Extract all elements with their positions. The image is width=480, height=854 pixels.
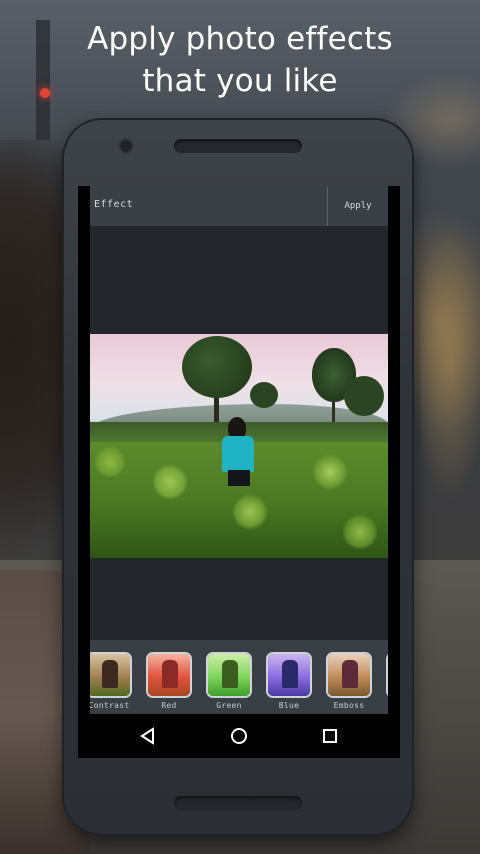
apply-button[interactable]: Apply	[328, 186, 388, 226]
filter-label-red: Red	[161, 701, 177, 710]
filter-thumb-blue[interactable]	[266, 652, 312, 698]
filter-label-blue: Blue	[278, 701, 300, 710]
filter-thumb-green[interactable]	[206, 652, 252, 698]
photo-tree-right	[344, 376, 384, 416]
photo-tree	[182, 336, 252, 398]
editor-canvas	[90, 226, 388, 640]
filter-thumb-next[interactable]	[386, 652, 388, 698]
background-glow	[420, 220, 480, 500]
back-icon[interactable]	[138, 726, 158, 746]
filter-thumb-contrast[interactable]	[90, 652, 132, 698]
filter-thumb-figure	[162, 660, 178, 688]
home-icon[interactable]	[229, 726, 249, 746]
app-toolbar: Effect Apply	[90, 186, 388, 227]
filter-label-green: Green	[216, 701, 242, 710]
phone-frame: Effect Apply Contrast Red Green Blue Emb…	[62, 118, 414, 836]
filter-label-emboss: Emboss	[333, 701, 365, 710]
photo-person-legs	[228, 470, 250, 486]
recents-icon[interactable]	[320, 726, 340, 746]
headline: Apply photo effects that you like	[0, 18, 480, 102]
top-speaker	[174, 139, 302, 153]
filter-thumb-figure	[342, 660, 358, 688]
photo-tree-small	[250, 382, 278, 408]
filter-thumb-emboss[interactable]	[326, 652, 372, 698]
filter-thumb-figure	[282, 660, 298, 688]
toolbar-title: Effect	[94, 199, 134, 210]
headline-line-1: Apply photo effects	[87, 21, 393, 57]
edited-photo[interactable]	[90, 334, 388, 558]
android-navbar	[90, 714, 388, 758]
filter-label-contrast: Contrast	[90, 701, 130, 710]
filter-thumb-red[interactable]	[146, 652, 192, 698]
filter-strip[interactable]: Contrast Red Green Blue Emboss	[90, 640, 388, 714]
photo-person-top	[222, 436, 254, 472]
bottom-speaker	[174, 796, 302, 810]
front-camera	[120, 140, 132, 152]
filter-thumb-figure	[222, 660, 238, 688]
filter-thumb-figure	[102, 660, 118, 688]
headline-line-2: that you like	[142, 63, 338, 99]
phone-screen: Effect Apply Contrast Red Green Blue Emb…	[78, 186, 400, 758]
